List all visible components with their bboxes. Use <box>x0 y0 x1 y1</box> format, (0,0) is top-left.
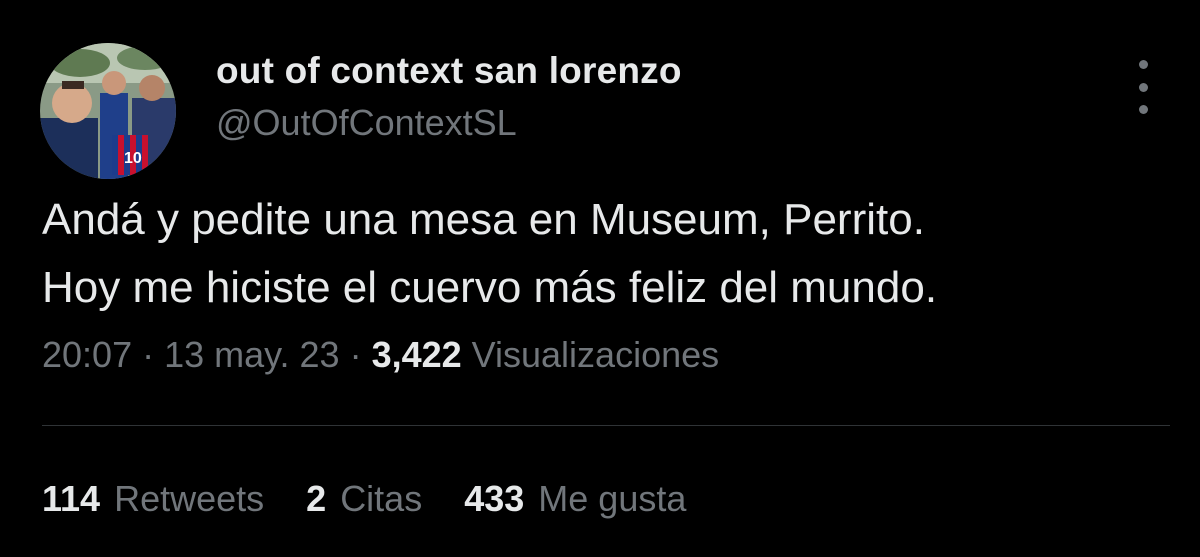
retweets-label: Retweets <box>114 478 265 519</box>
more-dot <box>1138 82 1148 92</box>
tweet-card: 10 out of context san lorenzo @OutOfCont… <box>0 0 1200 557</box>
author-display-name[interactable]: out of context san lorenzo <box>216 50 682 92</box>
tweet-text: Andá y pedite una mesa en Museum, Perrit… <box>42 186 1162 322</box>
tweet-time[interactable]: 20:07 <box>42 334 132 375</box>
more-dot <box>1138 105 1148 114</box>
retweets-stat[interactable]: 114 Retweets <box>42 478 264 520</box>
meta-separator: · <box>142 334 165 375</box>
more-dot <box>1138 60 1148 69</box>
author-handle[interactable]: @OutOfContextSL <box>216 102 517 144</box>
tweet-date[interactable]: 13 may. 23 <box>164 334 339 375</box>
quotes-label: Citas <box>340 478 423 519</box>
tweet-text-line: Andá y pedite una mesa en Museum, Perrit… <box>42 195 925 244</box>
likes-stat[interactable]: 433 Me gusta <box>464 478 686 520</box>
profile-photo-icon: 10 <box>40 43 176 179</box>
avatar[interactable]: 10 <box>40 43 176 179</box>
meta-separator: · <box>349 334 372 375</box>
views-label: Visualizaciones <box>471 334 720 375</box>
divider <box>42 425 1170 426</box>
engagement-stats: 114 Retweets 2 Citas 433 Me gusta <box>42 478 686 520</box>
retweets-count: 114 <box>42 478 101 519</box>
quotes-count: 2 <box>306 478 327 519</box>
more-options-icon[interactable] <box>1126 60 1160 114</box>
likes-count: 433 <box>464 478 525 519</box>
likes-label: Me gusta <box>538 478 687 519</box>
views-count: 3,422 <box>371 334 472 375</box>
tweet-metadata: 20:07 · 13 may. 23 · 3,422 Visualizacion… <box>42 334 719 376</box>
tweet-text-line: Hoy me hiciste el cuervo más feliz del m… <box>42 263 938 312</box>
svg-text:10: 10 <box>124 150 142 167</box>
quotes-stat[interactable]: 2 Citas <box>306 478 422 520</box>
